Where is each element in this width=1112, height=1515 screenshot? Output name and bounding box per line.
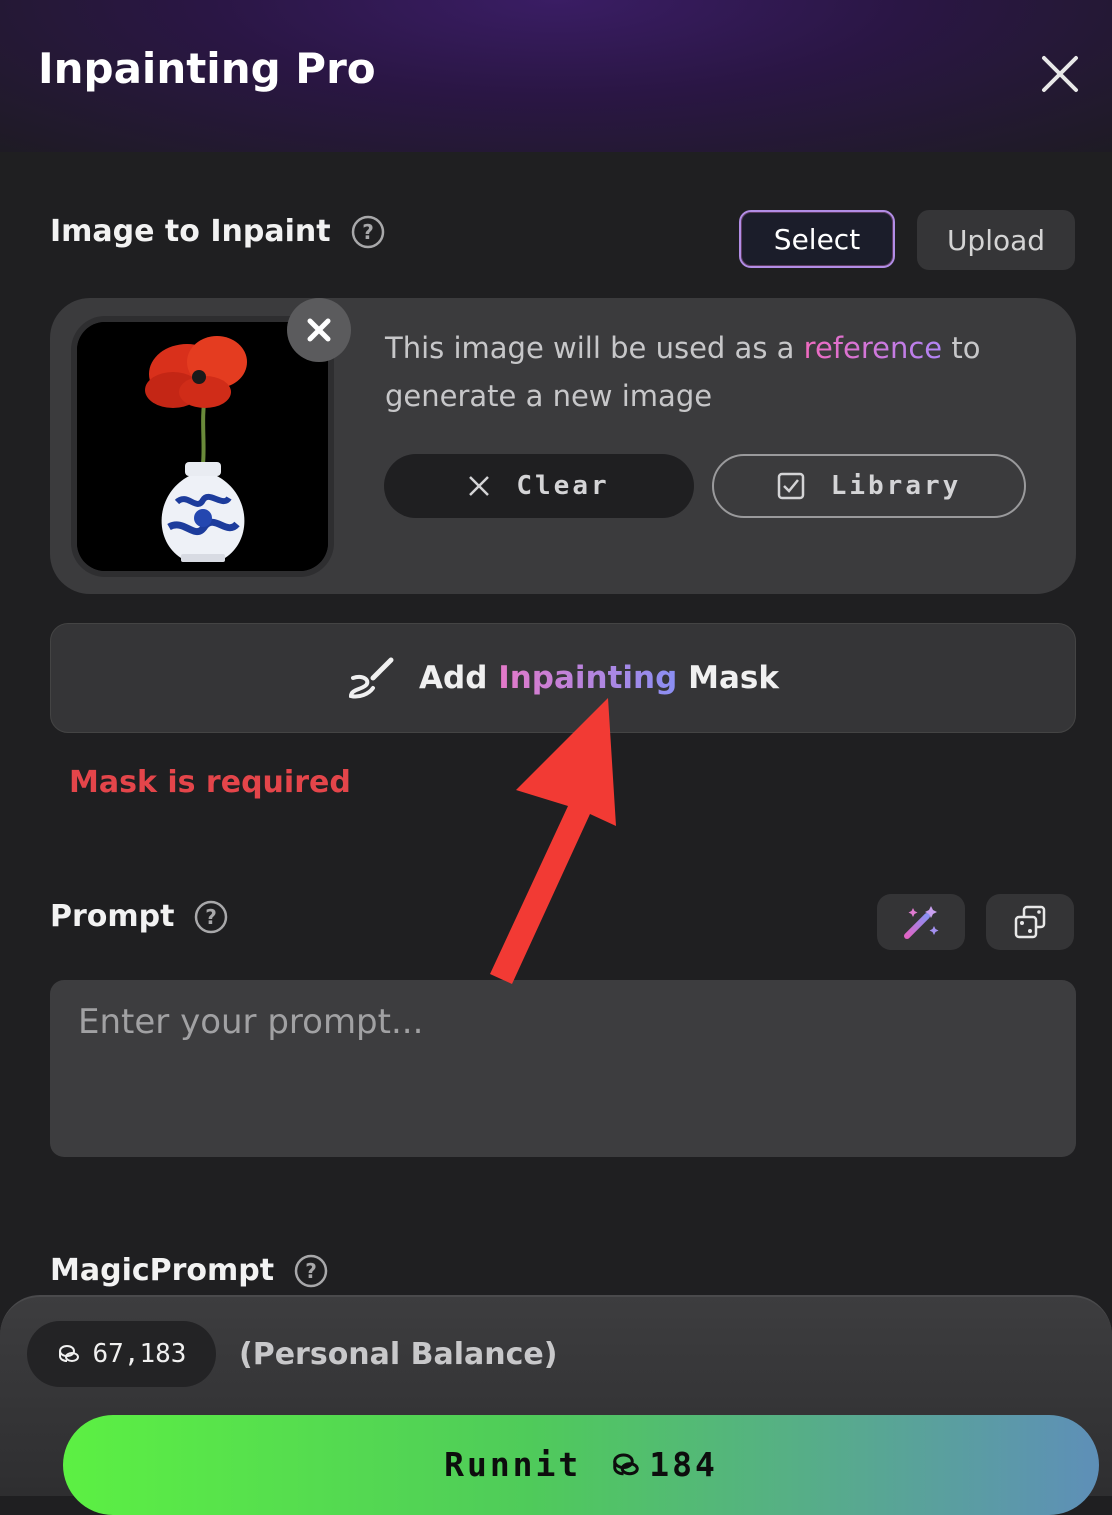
balance-value: 67,183: [92, 1339, 187, 1369]
mask-error-message: Mask is required: [69, 765, 351, 800]
help-icon[interactable]: ?: [294, 1254, 328, 1288]
image-thumbnail: [77, 322, 328, 571]
magicprompt-label: MagicPrompt: [50, 1253, 275, 1288]
clear-button[interactable]: Clear: [384, 454, 694, 518]
mask-button-suffix: Mask: [688, 660, 779, 696]
checkbox-icon: [777, 472, 804, 500]
remove-image-icon: [307, 318, 331, 342]
help-icon[interactable]: ?: [194, 900, 228, 934]
runnit-label: Runnit: [444, 1445, 582, 1484]
magicprompt-heading: MagicPrompt ?: [50, 1253, 328, 1288]
footer-bar: 67,183 (Personal Balance) Runnit 184: [0, 1295, 1112, 1515]
image-section-heading: Image to Inpaint ?: [50, 214, 385, 249]
prompt-label: Prompt: [50, 899, 175, 934]
svg-text:?: ?: [362, 220, 374, 244]
library-button[interactable]: Library: [712, 454, 1026, 518]
runnit-button[interactable]: Runnit 184: [63, 1415, 1099, 1515]
image-section-label: Image to Inpaint: [50, 214, 331, 249]
coin-icon: [613, 1453, 640, 1475]
runnit-cost-value: 184: [649, 1445, 718, 1484]
mask-button-prefix: Add: [419, 660, 488, 696]
reference-description: This image will be used as a reference t…: [385, 324, 1045, 420]
mask-button-highlight: Inpainting: [498, 660, 678, 696]
x-icon: [469, 476, 490, 496]
magic-wand-icon: [904, 906, 939, 939]
runnit-cost: 184: [611, 1445, 718, 1484]
balance-label: (Personal Balance): [239, 1337, 558, 1372]
prompt-heading: Prompt ?: [50, 899, 228, 934]
reference-image-card: This image will be used as a reference t…: [50, 298, 1076, 594]
balance-pill: 67,183: [27, 1321, 216, 1387]
dice-button[interactable]: [986, 894, 1074, 950]
close-icon[interactable]: [1036, 50, 1084, 98]
remove-image-button[interactable]: [287, 298, 351, 362]
add-inpainting-mask-button[interactable]: Add Inpainting Mask: [50, 623, 1076, 733]
magic-wand-button[interactable]: [877, 894, 965, 950]
modal-header: Inpainting Pro: [0, 0, 1112, 152]
modal-title: Inpainting Pro: [38, 44, 376, 93]
upload-button[interactable]: Upload: [917, 210, 1075, 270]
clear-label: Clear: [516, 471, 610, 501]
help-icon[interactable]: ?: [351, 215, 385, 249]
coin-icon: [58, 1345, 79, 1362]
select-button[interactable]: Select: [739, 210, 895, 268]
reference-text-before: This image will be used as a: [385, 331, 795, 365]
library-label: Library: [830, 471, 962, 501]
poppy-vase-image: [77, 322, 328, 571]
dice-icon: [1014, 905, 1046, 939]
prompt-input[interactable]: [50, 980, 1076, 1157]
svg-text:?: ?: [206, 905, 218, 929]
brush-icon: [349, 657, 394, 699]
svg-text:?: ?: [305, 1259, 317, 1283]
reference-highlight: reference: [803, 331, 943, 365]
